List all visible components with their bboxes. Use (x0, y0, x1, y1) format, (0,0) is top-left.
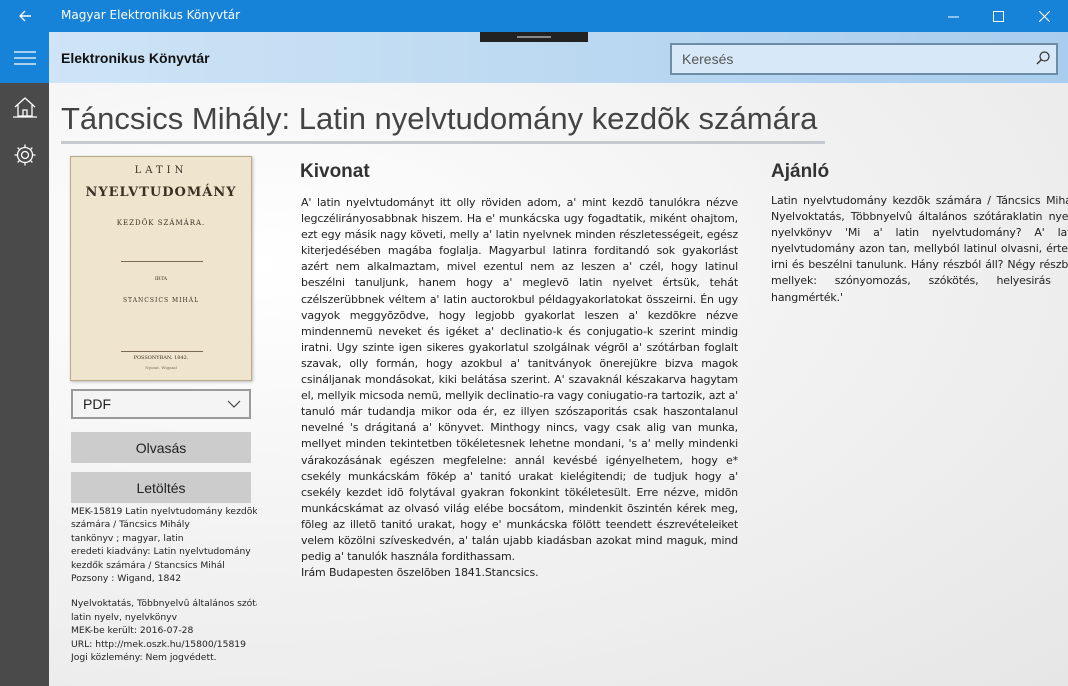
meta-line: MEK-15819 Latin nyelvtudomány kezdõk (71, 506, 257, 517)
search-box[interactable] (670, 43, 1058, 75)
cover-rule (121, 261, 203, 262)
minimize-button[interactable] (930, 0, 976, 32)
maximize-icon (992, 10, 1004, 22)
maximize-button[interactable] (975, 0, 1021, 32)
minimize-icon (947, 16, 959, 17)
meta-line: Nyelvoktatás, Többnyelvû általános szótá… (71, 598, 257, 610)
book-cover-image: LATIN NYELVTUDOMÁNY KEZDŐK SZÁMÁRA. IRTA… (70, 156, 252, 381)
settings-nav-button[interactable] (0, 135, 49, 175)
cover-rule (121, 351, 203, 352)
home-icon (12, 97, 37, 118)
window-title: Magyar Elektronikus Könyvtár (61, 8, 241, 22)
meta-line: kezdők számára / Stancsics Mihál (71, 559, 225, 571)
cover-text-4: IRTA (154, 276, 168, 282)
title-bar: Magyar Elektronikus Könyvtár (0, 0, 1068, 32)
book-metadata: MEK-15819 Latin nyelvtudomány kezdõk szá… (71, 505, 257, 664)
close-button[interactable] (1021, 0, 1067, 32)
search-icon[interactable] (1036, 51, 1050, 65)
kivonat-heading: Kivonat (300, 161, 370, 182)
left-nav (0, 32, 49, 686)
meta-line: eredeti kiadvány: Latin nyelvtudomány (71, 546, 251, 558)
back-button[interactable] (0, 0, 49, 32)
close-icon (1038, 10, 1050, 22)
back-arrow-icon (18, 10, 31, 22)
home-nav-button[interactable] (0, 87, 49, 127)
gear-icon (14, 144, 35, 166)
title-underline (61, 141, 825, 144)
kivonat-paragraph: Irám Budapesten õszelõben 1841.Stancsics… (301, 566, 539, 580)
meta-line: MEK-be került: 2016-07-28 (71, 625, 194, 637)
hamburger-menu-button[interactable] (0, 32, 49, 83)
main-content: Táncsics Mihály: Latin nyelvtudomány kez… (49, 83, 1068, 686)
hamburger-icon (13, 50, 36, 65)
read-button[interactable]: Olvasás (71, 432, 251, 463)
ajanlo-text: Latin nyelvtudomány kezdõk számára / Tán… (771, 194, 1068, 304)
header-title: Elektronikus Könyvtár (61, 50, 210, 66)
cover-text-7: Nyomt. Wigand (145, 365, 177, 370)
cover-text-3: KEZDŐK SZÁMÁRA. (116, 219, 206, 227)
meta-line: számára / Táncsics Mihály (71, 519, 190, 531)
search-input[interactable] (672, 45, 1022, 73)
chevron-down-icon (227, 400, 241, 408)
meta-line: tankönyv ; magyar, latin (71, 532, 184, 544)
format-selected-value: PDF (83, 396, 111, 412)
header-bar: Elektronikus Könyvtár (49, 32, 1068, 83)
download-button[interactable]: Letöltés (71, 472, 251, 503)
ajanlo-heading: Ajánló (771, 161, 830, 182)
meta-url[interactable]: URL: http://mek.oszk.hu/15800/15819 (71, 638, 257, 651)
page-title: Táncsics Mihály: Latin nyelvtudomány kez… (61, 101, 818, 136)
meta-line: latin nyelv, nyelvkönyv (71, 611, 178, 623)
kivonat-paragraph: A' latin nyelvtudományt itt olly röviden… (301, 196, 738, 564)
meta-line: Pozsony : Wigand, 1842 (71, 573, 182, 585)
cover-text-1: LATIN (134, 165, 188, 176)
format-dropdown[interactable]: PDF (71, 389, 251, 419)
cover-text-5: STANCSICS MIHÁL (122, 297, 200, 304)
cover-text-6: POSSONYBAN. 1842. (133, 355, 189, 361)
kivonat-text: A' latin nyelvtudományt itt olly röviden… (301, 195, 738, 581)
drag-handle[interactable] (480, 32, 588, 42)
meta-line: Jogi közlemény: Nem jogvédett. (71, 652, 217, 664)
cover-text-2: NYELVTUDOMÁNY (85, 185, 237, 200)
